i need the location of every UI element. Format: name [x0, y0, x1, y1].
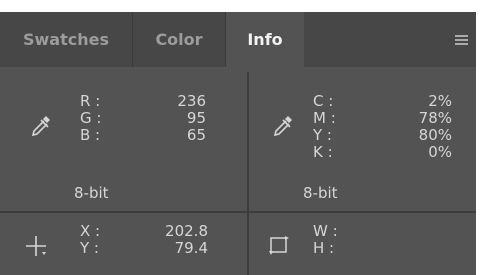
tab-swatches[interactable]: Swatches — [0, 12, 133, 67]
cmyk-mode[interactable]: 8-bit — [303, 186, 338, 201]
label-y: Y : — [313, 126, 332, 144]
rgb-mode[interactable]: 8-bit — [74, 186, 109, 201]
panel-menu-icon[interactable] — [455, 35, 468, 45]
vertical-divider — [247, 72, 249, 275]
value-c: 2% — [428, 92, 452, 110]
label-h: H : — [313, 239, 335, 257]
label-m: M : — [313, 109, 336, 127]
label-b: B : — [80, 126, 101, 144]
value-m: 78% — [418, 109, 452, 127]
info-panel: Swatches Color Info R : G : B : 236 95 6… — [0, 12, 476, 275]
tab-color[interactable]: Color — [133, 12, 226, 67]
crosshair-icon[interactable] — [24, 234, 48, 258]
value-y-pos: 79.4 — [174, 239, 208, 257]
value-g: 95 — [186, 109, 206, 127]
value-k: 0% — [428, 143, 452, 161]
value-r: 236 — [177, 92, 206, 110]
value-b: 65 — [186, 126, 206, 144]
selection-size-icon — [269, 236, 289, 255]
label-c: C : — [313, 92, 334, 110]
label-w: W : — [313, 222, 338, 240]
eyedropper-icon[interactable] — [30, 114, 52, 138]
tab-info[interactable]: Info — [226, 12, 304, 67]
value-x: 202.8 — [165, 222, 208, 240]
label-k: K : — [313, 143, 333, 161]
value-y: 80% — [418, 126, 452, 144]
tab-bar: Swatches Color Info — [0, 12, 476, 67]
label-g: G : — [80, 109, 102, 127]
horizontal-divider — [0, 211, 476, 213]
eyedropper-icon[interactable] — [272, 114, 294, 138]
label-x: X : — [80, 222, 101, 240]
label-r: R : — [80, 92, 101, 110]
label-y-pos: Y : — [80, 239, 99, 257]
